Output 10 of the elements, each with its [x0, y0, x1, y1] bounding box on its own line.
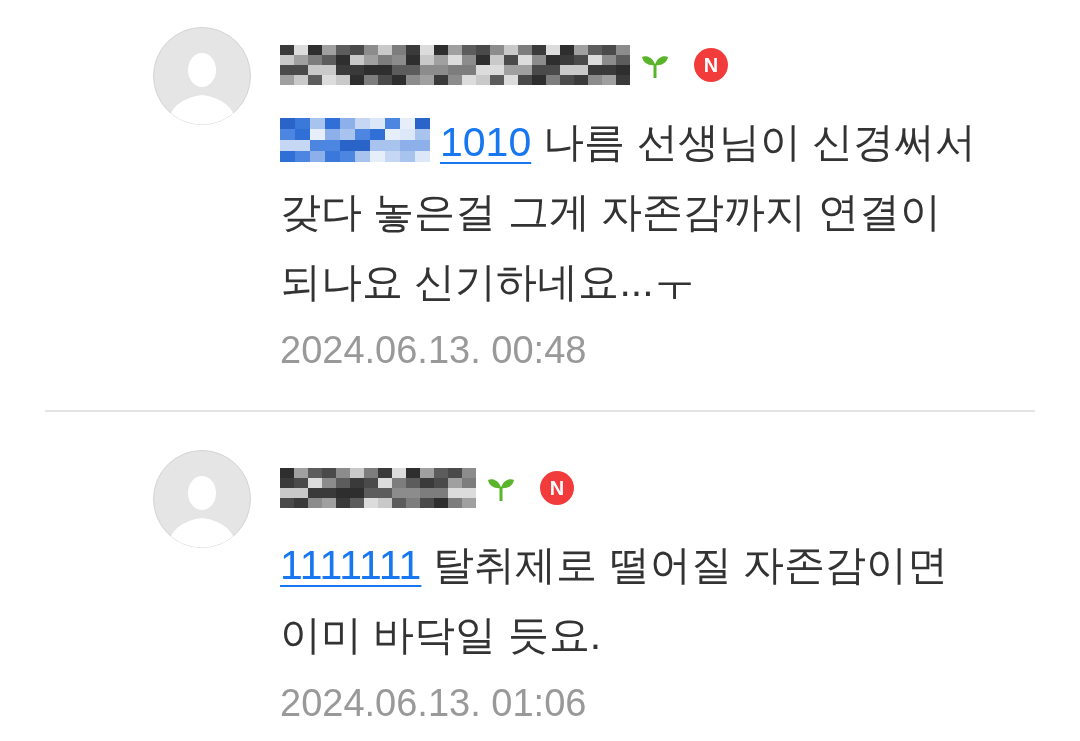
- new-badge: N: [540, 471, 574, 505]
- new-badge: N: [694, 48, 728, 82]
- mention-link[interactable]: 1010: [440, 119, 532, 165]
- mention-link[interactable]: 1111111: [280, 542, 422, 588]
- comment-date: 2024.06.13. 00:48: [280, 328, 587, 373]
- default-avatar-icon: [153, 450, 251, 548]
- comment-date: 2024.06.13. 01:06: [280, 681, 587, 726]
- default-avatar-icon: [153, 27, 251, 125]
- comment-text: 1010 나름 선생님이 신경써서 갖다 놓은걸 그게 자존감까지 연결이 되나요 신기하네요...ㅜ: [280, 117, 977, 307]
- comment-text: 1111111 탈취제로 떨어질 자존감이면 이미 바닥일 듯요.: [280, 541, 950, 660]
